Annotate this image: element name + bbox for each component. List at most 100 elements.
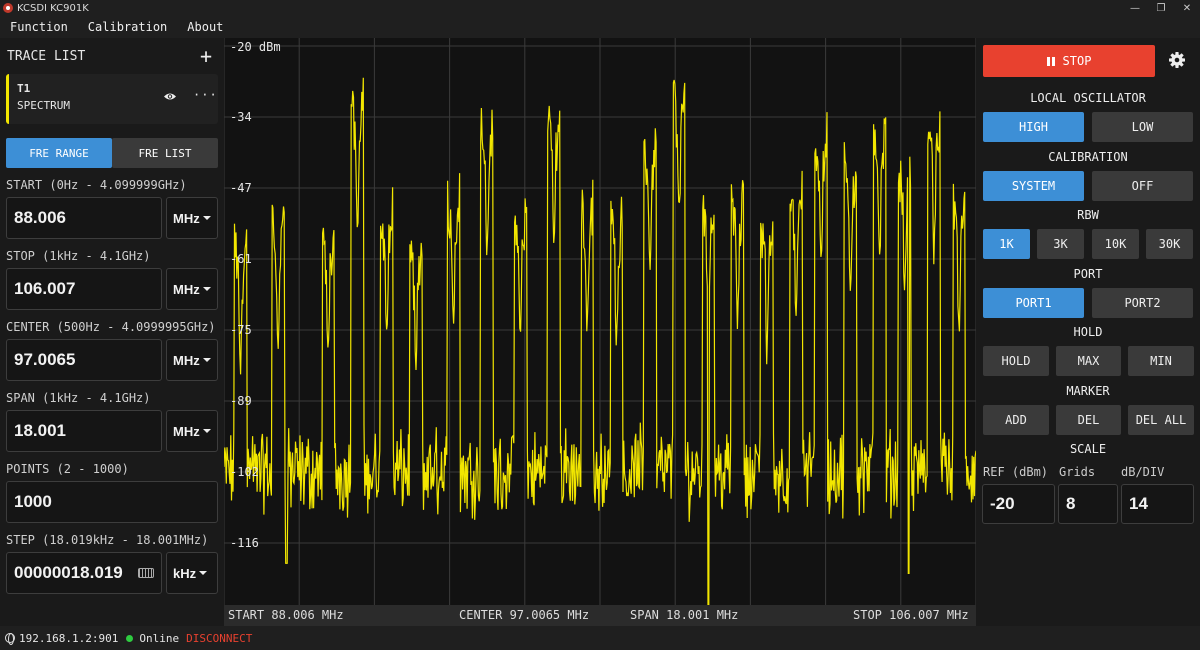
rbw-10k-button[interactable]: 10K (1092, 229, 1139, 259)
title-bar: KCSDI KC901K — ❐ ✕ (0, 0, 1200, 16)
y-tick-label: -102 (230, 465, 259, 479)
minimize-button[interactable]: — (1122, 0, 1148, 16)
status-bar: 192.168.1.2:901 Online DISCONNECT (0, 626, 1200, 650)
window-title: KCSDI KC901K (17, 2, 89, 14)
grids-label: Grids (1059, 465, 1096, 479)
trace-card-t1[interactable]: T1 SPECTRUM ··· (6, 74, 218, 124)
cal-off-button[interactable]: OFF (1092, 171, 1193, 201)
grids-input[interactable]: 8 (1058, 484, 1118, 524)
lo-high-button[interactable]: HIGH (983, 112, 1084, 142)
step-unit: kHz (173, 565, 197, 581)
points-label: POINTS (2 - 1000) (6, 462, 129, 476)
marker-title: MARKER (1066, 384, 1110, 398)
span-unit: MHz (173, 423, 200, 439)
span-input[interactable]: 18.001 (6, 410, 162, 452)
marker-add-button[interactable]: ADD (983, 405, 1049, 435)
marker-del-button[interactable]: DEL (1056, 405, 1121, 435)
tab-fre-list[interactable]: FRE LIST (112, 138, 218, 168)
max-hold-button[interactable]: MAX (1056, 346, 1121, 376)
dbdiv-input[interactable]: 14 (1121, 484, 1194, 524)
span-row: 18.001 MHz (6, 410, 218, 452)
chevron-down-icon (202, 358, 211, 362)
marker-del-all-button[interactable]: DEL ALL (1128, 405, 1194, 435)
step-label: STEP (18.019kHz - 18.001MHz) (6, 533, 209, 547)
footer-center: CENTER 97.0065 MHz (459, 608, 590, 622)
stop-input[interactable]: 106.007 (6, 268, 162, 310)
left-panel: TRACE LIST + T1 SPECTRUM ··· FRE RANGE F… (0, 38, 224, 626)
rbw-title: RBW (1077, 208, 1099, 222)
globe-icon (5, 633, 15, 645)
stop-unit: MHz (173, 281, 200, 297)
eye-icon[interactable] (163, 92, 177, 101)
span-unit-select[interactable]: MHz (166, 410, 218, 452)
trace-list-title: TRACE LIST (7, 48, 86, 64)
hold-title: HOLD (1073, 325, 1103, 339)
stop-label: STOP (1062, 54, 1092, 68)
stop-row: 106.007 MHz (6, 268, 218, 310)
lo-low-button[interactable]: LOW (1092, 112, 1193, 142)
right-panel: STOP LOCAL OSCILLATOR HIGH LOW CALIBRATI… (976, 38, 1200, 626)
start-input[interactable]: 88.006 (6, 197, 162, 239)
rbw-1k-button[interactable]: 1K (983, 229, 1030, 259)
min-hold-button[interactable]: MIN (1128, 346, 1194, 376)
trace-name: T1 (17, 82, 31, 95)
rbw-30k-button[interactable]: 30K (1146, 229, 1193, 259)
y-tick-label: -75 (230, 323, 252, 337)
app-icon (3, 3, 13, 13)
chevron-down-icon (202, 216, 211, 220)
start-unit-select[interactable]: MHz (166, 197, 218, 239)
add-trace-button[interactable]: + (200, 44, 212, 68)
start-unit: MHz (173, 210, 200, 226)
center-row: 97.0065 MHz (6, 339, 218, 381)
chevron-down-icon (199, 571, 208, 575)
menu-function[interactable]: Function (0, 16, 78, 38)
hold-button[interactable]: HOLD (983, 346, 1049, 376)
cal-system-button[interactable]: SYSTEM (983, 171, 1084, 201)
menu-calibration[interactable]: Calibration (78, 16, 177, 38)
y-tick-label: -61 (230, 252, 252, 266)
menu-about[interactable]: About (177, 16, 233, 38)
port2-button[interactable]: PORT2 (1092, 288, 1193, 318)
local-oscillator-title: LOCAL OSCILLATOR (1030, 91, 1146, 105)
pause-icon (1046, 56, 1055, 66)
scale-title: SCALE (1069, 442, 1107, 456)
online-indicator-icon (126, 634, 134, 642)
trace-more-icon[interactable]: ··· (193, 88, 218, 102)
window-controls: — ❐ ✕ (1122, 0, 1200, 16)
start-label: START (0Hz - 4.099999GHz) (6, 178, 187, 192)
stop-button[interactable]: STOP (983, 45, 1155, 77)
y-tick-label: -34 (230, 110, 252, 124)
step-row: 00000018.019 kHz (6, 552, 218, 594)
spectrum-plot[interactable]: -20 dBm -34 -47 -61 -75 -89 -102 -116 (224, 38, 976, 605)
device-address: 192.168.1.2:901 (19, 631, 119, 645)
center-unit-select[interactable]: MHz (166, 339, 218, 381)
maximize-button[interactable]: ❐ (1148, 0, 1174, 16)
tab-fre-range[interactable]: FRE RANGE (6, 138, 112, 168)
spectrum-chart[interactable]: -20 dBm -34 -47 -61 -75 -89 -102 -116 START 88.… (224, 38, 976, 626)
range-mode-toggle: FRE RANGE FRE LIST (6, 138, 218, 168)
port-title: PORT (1073, 267, 1103, 281)
keyboard-icon[interactable] (138, 568, 154, 578)
disconnect-link[interactable]: DISCONNECT (186, 632, 252, 645)
step-unit-select[interactable]: kHz (166, 552, 218, 594)
chevron-down-icon (202, 287, 211, 291)
port1-button[interactable]: PORT1 (983, 288, 1084, 318)
rbw-3k-button[interactable]: 3K (1037, 229, 1084, 259)
footer-span: SPAN 18.001 MHz (630, 608, 739, 622)
chart-footer: START 88.006 MHz CENTER 97.0065 MHz SPAN… (224, 605, 976, 626)
y-tick-label: -116 (230, 536, 259, 550)
stop-label: STOP (1kHz - 4.1GHz) (6, 249, 151, 263)
menu-bar: Function Calibration About (0, 16, 1200, 38)
step-input[interactable]: 00000018.019 (6, 552, 162, 594)
ref-input[interactable]: -20 (982, 484, 1055, 524)
stop-unit-select[interactable]: MHz (166, 268, 218, 310)
gear-icon[interactable] (1169, 52, 1185, 68)
points-input[interactable]: 1000 (6, 481, 218, 523)
center-input[interactable]: 97.0065 (6, 339, 162, 381)
step-value: 00000018.019 (14, 563, 123, 582)
close-button[interactable]: ✕ (1174, 0, 1200, 16)
footer-start: START 88.006 MHz (228, 608, 344, 622)
dbdiv-label: dB/DIV (1121, 465, 1165, 479)
trace-type: SPECTRUM (17, 99, 70, 112)
ref-label: REF (dBm) (983, 465, 1049, 479)
